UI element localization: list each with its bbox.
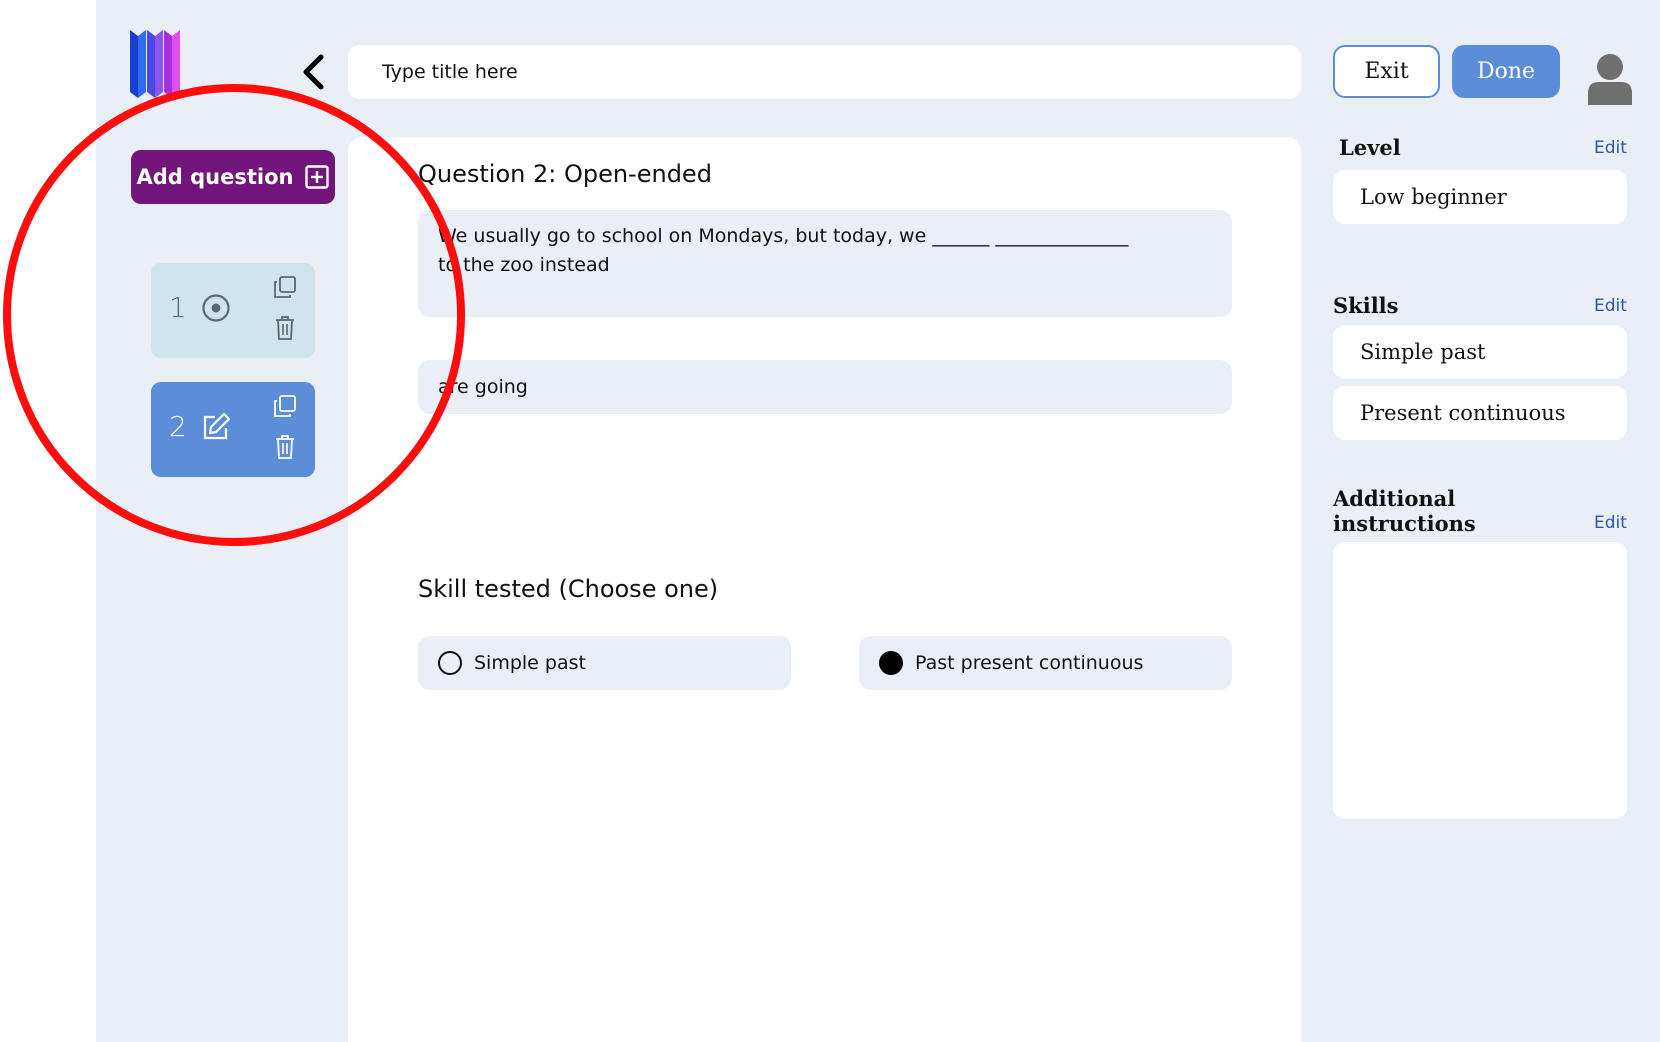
title-input[interactable] bbox=[348, 45, 1301, 99]
radio-unselected-icon bbox=[438, 651, 462, 675]
additional-instructions-label-line1: Additional bbox=[1333, 486, 1456, 511]
additional-instructions-label: Additional instructions bbox=[1333, 486, 1476, 536]
skill-tested-heading: Skill tested (Choose one) bbox=[418, 575, 719, 603]
exit-button[interactable]: Exit bbox=[1333, 45, 1440, 98]
skill-option-label: Past present continuous bbox=[915, 652, 1144, 674]
plus-square-icon bbox=[305, 165, 330, 189]
question-card-1[interactable]: 1 bbox=[151, 263, 315, 358]
skills-label: Skills bbox=[1333, 293, 1399, 318]
question-card-2[interactable]: 2 bbox=[151, 382, 315, 477]
copy-icon[interactable] bbox=[273, 275, 297, 299]
additional-instructions-field[interactable] bbox=[1333, 542, 1627, 819]
skill-option-label: Simple past bbox=[474, 652, 586, 674]
level-value: Low beginner bbox=[1333, 170, 1627, 224]
question-number: 2 bbox=[169, 410, 187, 443]
question-number: 1 bbox=[169, 291, 187, 324]
edit-icon bbox=[203, 412, 231, 440]
copy-icon[interactable] bbox=[273, 394, 297, 418]
back-button[interactable] bbox=[296, 52, 330, 92]
trash-icon[interactable] bbox=[274, 434, 296, 460]
done-button[interactable]: Done bbox=[1452, 45, 1560, 98]
additional-instructions-label-line2: instructions bbox=[1333, 511, 1476, 536]
target-icon bbox=[202, 294, 230, 322]
chevron-left-icon bbox=[303, 54, 324, 90]
radio-selected-icon bbox=[879, 651, 903, 675]
user-avatar-icon[interactable] bbox=[1588, 53, 1632, 105]
edit-instructions-link[interactable]: Edit bbox=[1594, 513, 1627, 533]
answer-field[interactable]: are going bbox=[418, 360, 1232, 414]
add-question-button[interactable]: Add question bbox=[131, 150, 335, 204]
add-question-label: Add question bbox=[136, 165, 294, 189]
skill-item-simple-past: Simple past bbox=[1333, 325, 1627, 379]
skill-option-simple-past[interactable]: Simple past bbox=[418, 636, 791, 690]
question-text-field[interactable]: We usually go to school on Mondays, but … bbox=[418, 210, 1232, 317]
level-label: Level bbox=[1339, 135, 1401, 160]
skill-option-past-present-continuous[interactable]: Past present continuous bbox=[859, 636, 1232, 690]
skill-item-present-continuous: Present continuous bbox=[1333, 386, 1627, 440]
edit-level-link[interactable]: Edit bbox=[1594, 138, 1627, 158]
edit-skills-link[interactable]: Edit bbox=[1594, 296, 1627, 316]
trash-icon[interactable] bbox=[274, 315, 296, 341]
app-logo bbox=[130, 30, 180, 98]
question-heading: Question 2: Open-ended bbox=[418, 160, 712, 188]
